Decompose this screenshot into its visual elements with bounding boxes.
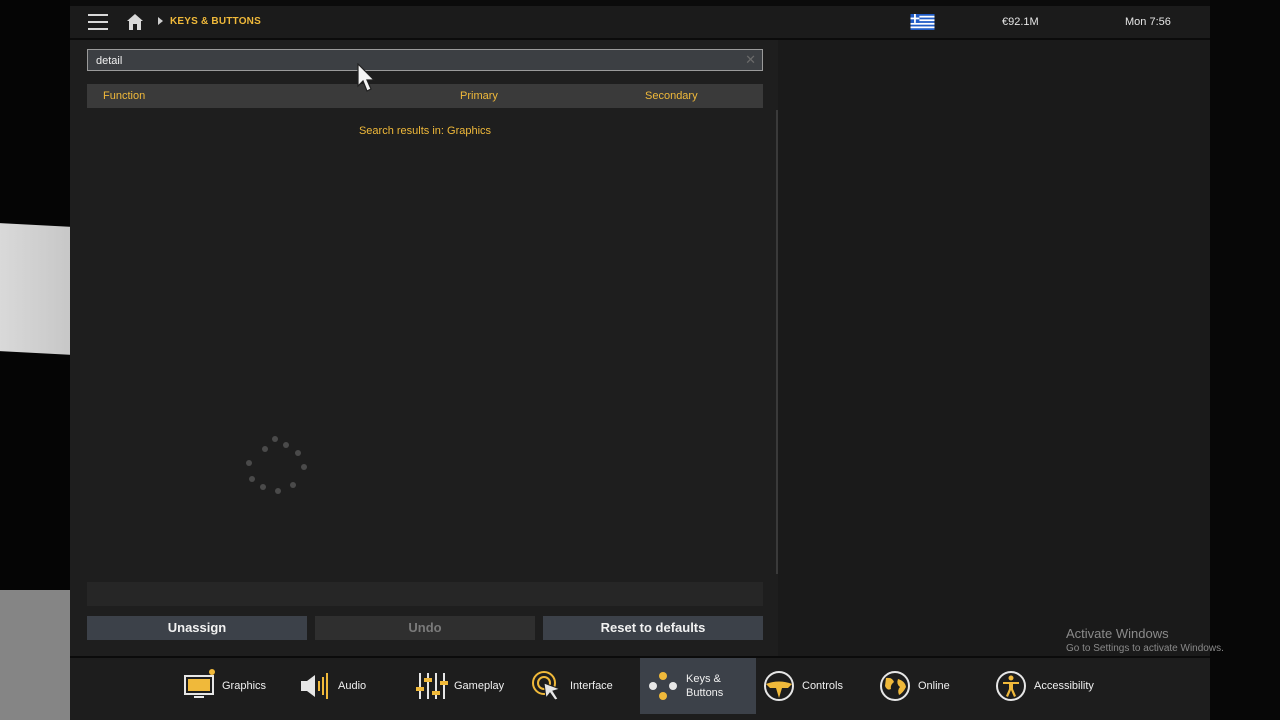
tab-graphics[interactable]: Graphics xyxy=(182,658,292,714)
tab-audio[interactable]: Audio xyxy=(298,658,398,714)
tab-keys-buttons[interactable]: Keys & Buttons xyxy=(640,658,756,714)
globe-icon xyxy=(878,669,912,703)
sliders-icon xyxy=(414,669,448,703)
monitor-icon xyxy=(182,669,216,703)
money-balance: €92.1M xyxy=(1002,16,1039,28)
tab-online[interactable]: Online xyxy=(878,658,988,714)
greece-flag-icon[interactable] xyxy=(910,14,935,30)
column-function[interactable]: Function xyxy=(103,90,145,102)
breadcrumb-arrow-icon xyxy=(158,17,163,25)
background-floor xyxy=(0,590,70,720)
scrollbar-track[interactable] xyxy=(776,110,778,574)
tab-gameplay[interactable]: Gameplay xyxy=(414,658,524,714)
mouse-cursor-icon xyxy=(357,63,376,92)
watermark-title: Activate Windows xyxy=(1066,626,1169,641)
details-pane xyxy=(778,40,1210,656)
tab-label: Online xyxy=(918,680,950,692)
tab-accessibility[interactable]: Accessibility xyxy=(994,658,1124,714)
undo-button[interactable]: Undo xyxy=(315,616,535,640)
pointer-icon xyxy=(530,669,564,703)
tab-label: Graphics xyxy=(222,680,267,692)
tab-label: Interface xyxy=(570,680,613,692)
hamburger-menu-icon[interactable] xyxy=(88,14,108,30)
column-secondary[interactable]: Secondary xyxy=(645,90,698,102)
background-right xyxy=(1210,0,1280,720)
unassign-button[interactable]: Unassign xyxy=(87,616,307,640)
activate-windows-watermark: Activate Windows Go to Settings to activ… xyxy=(1066,626,1224,654)
table-header: Function Primary Secondary xyxy=(87,84,763,108)
tab-label: Keys & Buttons xyxy=(686,673,724,699)
settings-tab-bar: Graphics Audio Gameplay Interface Keys &… xyxy=(70,658,1210,720)
tab-label: Accessibility xyxy=(1034,680,1094,692)
search-results-label: Search results in: Graphics xyxy=(358,125,492,137)
search-input[interactable] xyxy=(96,53,736,68)
search-box[interactable]: ✕ xyxy=(87,49,763,71)
steering-wheel-icon xyxy=(762,669,796,703)
description-bar xyxy=(87,582,763,606)
tab-interface[interactable]: Interface xyxy=(530,658,640,714)
tab-label: Gameplay xyxy=(454,680,505,692)
clear-search-icon[interactable]: ✕ xyxy=(745,53,756,67)
tab-label: Audio xyxy=(338,680,367,692)
top-bar: KEYS & BUTTONS €92.1M Mon 7:56 xyxy=(70,6,1210,38)
watermark-subtitle: Go to Settings to activate Windows. xyxy=(1066,643,1224,654)
accessibility-icon xyxy=(994,669,1028,703)
tab-label: Controls xyxy=(802,680,843,692)
reset-defaults-button[interactable]: Reset to defaults xyxy=(543,616,763,640)
breadcrumb[interactable]: KEYS & BUTTONS xyxy=(170,16,261,27)
column-primary[interactable]: Primary xyxy=(460,90,498,102)
bindings-list[interactable] xyxy=(87,140,763,580)
speaker-icon xyxy=(298,669,332,703)
home-icon[interactable] xyxy=(126,13,144,31)
game-clock: Mon 7:56 xyxy=(1125,16,1171,28)
tab-controls[interactable]: Controls xyxy=(762,658,872,714)
keys-icon xyxy=(646,669,680,703)
